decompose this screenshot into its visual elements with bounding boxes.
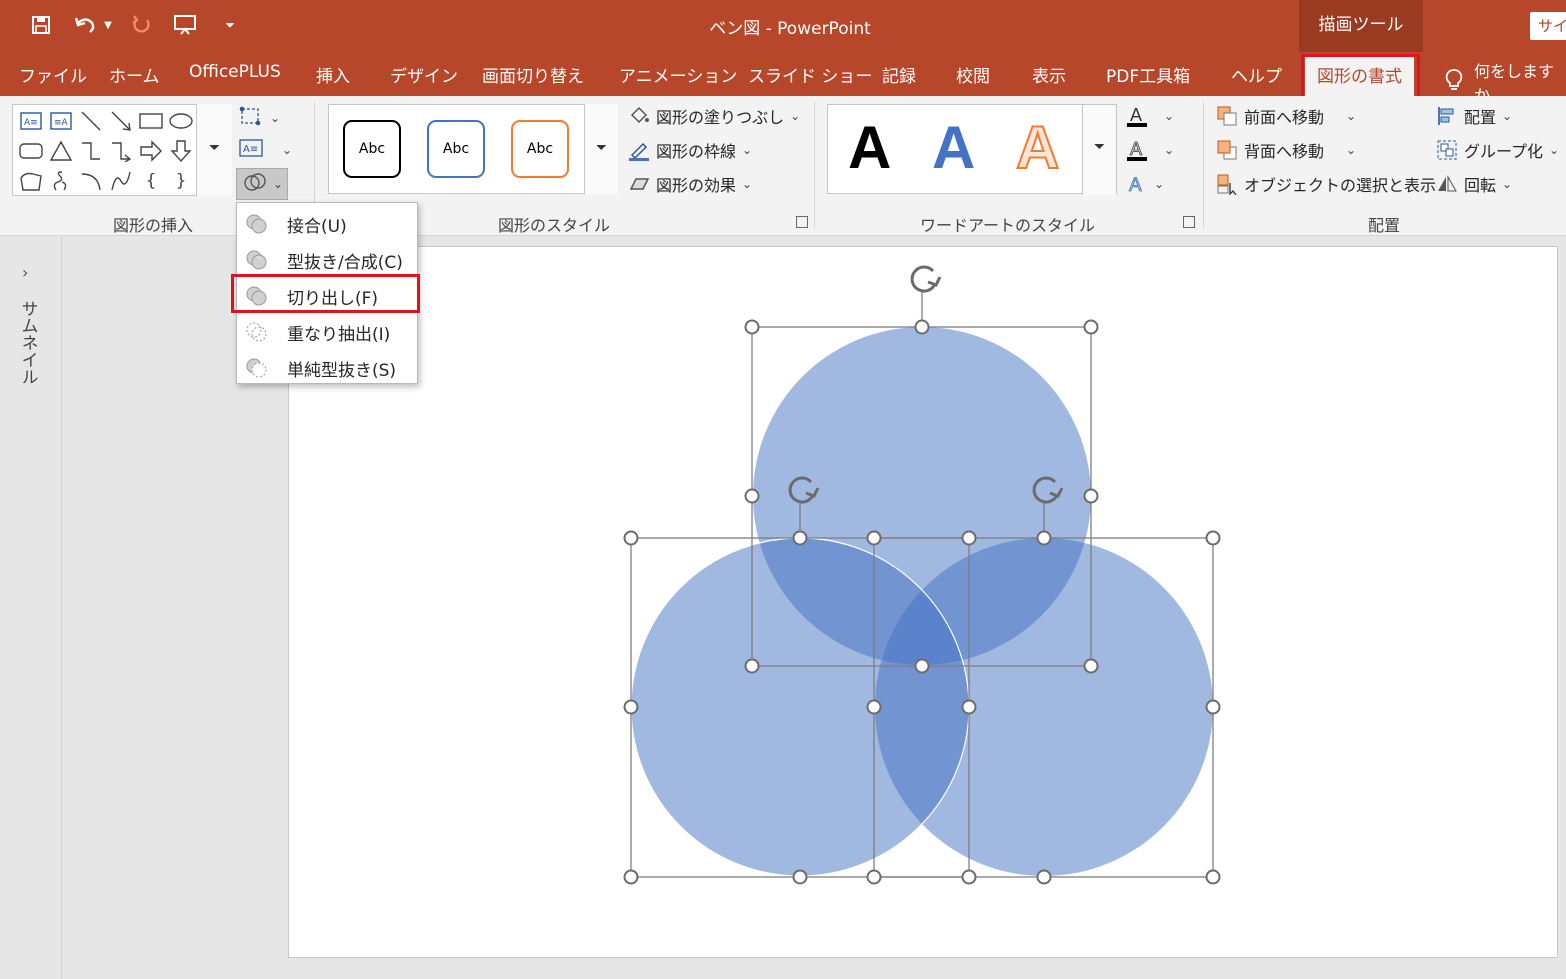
- combine-icon: [245, 248, 269, 272]
- menu-item-fragment[interactable]: 切り出し(F): [237, 279, 417, 313]
- merge-shapes-menu: 接合(U) 型抜き/合成(C) 切り出し(F) 重なり抽出(I) 単純型抜き(S…: [236, 202, 418, 384]
- intersect-icon: [245, 320, 269, 344]
- intersect-label: 重なり抽出: [287, 324, 372, 345]
- subtract-shortcut: (S): [372, 360, 397, 381]
- union-shortcut: (U): [321, 216, 347, 237]
- fragment-shortcut: (F): [355, 288, 379, 309]
- menu-item-union[interactable]: 接合(U): [237, 207, 417, 241]
- menu-item-subtract[interactable]: 単純型抜き(S): [237, 351, 417, 385]
- right-circle[interactable]: [875, 538, 1213, 876]
- subtract-label: 単純型抜き: [287, 360, 372, 381]
- menu-item-combine[interactable]: 型抜き/合成(C): [237, 243, 417, 277]
- menu-item-intersect[interactable]: 重なり抽出(I): [237, 315, 417, 349]
- union-icon: [245, 212, 269, 236]
- venn-diagram: [623, 265, 1221, 885]
- fragment-icon: [245, 284, 269, 308]
- combine-shortcut: (C): [377, 252, 403, 273]
- fragment-label: 切り出し: [287, 288, 355, 309]
- union-label: 接合: [287, 216, 321, 237]
- subtract-icon: [245, 356, 269, 380]
- intersect-shortcut: (I): [372, 324, 391, 345]
- combine-label: 型抜き/合成: [287, 252, 378, 273]
